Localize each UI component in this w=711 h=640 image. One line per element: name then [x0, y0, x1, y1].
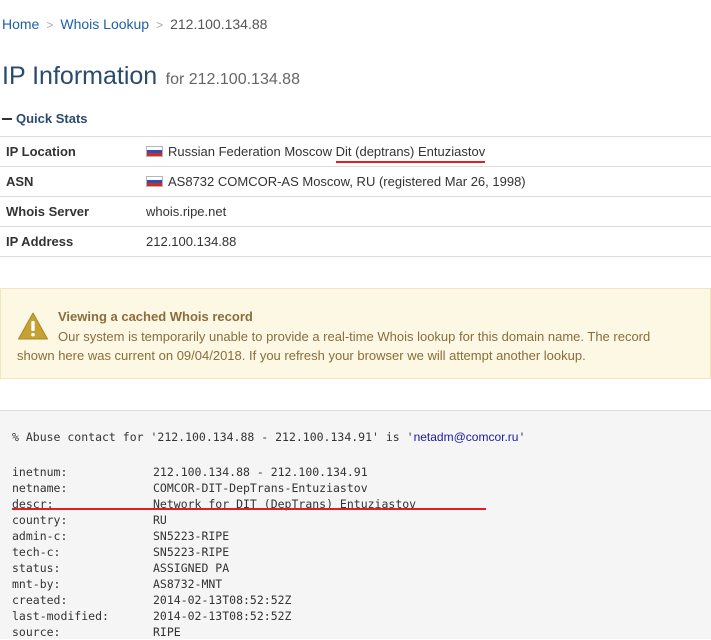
page-title: IP Information for 212.100.134.88	[2, 62, 300, 91]
breadcrumb: Home > Whois Lookup >212.100.134.88	[2, 16, 267, 32]
whois-key: inetnum:	[12, 465, 68, 479]
stats-value: AS8732 COMCOR-AS Moscow, RU (registered …	[146, 166, 711, 197]
quick-stats-label: Quick Stats	[16, 111, 88, 126]
abuse-suffix: '	[518, 430, 526, 444]
abuse-email-link[interactable]: netadm@comcor.ru	[414, 430, 519, 444]
cached-record-alert: Viewing a cached Whois record Our system…	[0, 288, 711, 379]
whois-field: country: RU	[12, 512, 167, 528]
red-underline-annotation	[12, 508, 486, 510]
whois-field: inetnum: 212.100.134.88 - 212.100.134.91	[12, 464, 368, 480]
whois-key: netname:	[12, 481, 68, 495]
stats-row-ip-location: IP Location Russian Federation Moscow Di…	[0, 136, 711, 167]
collapse-minus-icon	[2, 117, 12, 120]
abuse-prefix: % Abuse contact for '212.100.134.88 - 21…	[12, 430, 414, 444]
whois-key: source:	[12, 625, 61, 639]
alert-message-line1: Our system is temporarily unable to prov…	[58, 329, 651, 344]
whois-field: source: RIPE	[12, 624, 181, 640]
stats-label: IP Address	[0, 226, 146, 257]
whois-value: 2014-02-13T08:52:52Z	[153, 609, 292, 623]
whois-value: RU	[153, 513, 167, 527]
whois-field: status: ASSIGNED PA	[12, 560, 229, 576]
whois-key: admin-c:	[12, 529, 68, 543]
whois-key: created:	[12, 593, 68, 607]
alert-message: Our system is temporarily unable to prov…	[17, 327, 711, 365]
breadcrumb-home-link[interactable]: Home	[2, 16, 39, 32]
whois-value: 2014-02-13T08:52:52Z	[153, 593, 292, 607]
whois-value: ASSIGNED PA	[153, 561, 230, 575]
quick-stats-table: IP Location Russian Federation Moscow Di…	[0, 136, 711, 257]
stats-label: ASN	[0, 166, 146, 197]
whois-field: last-modified: 2014-02-13T08:52:52Z	[12, 608, 291, 624]
breadcrumb-separator-icon: >	[46, 18, 54, 32]
whois-value: 212.100.134.88 - 212.100.134.91	[153, 465, 368, 479]
location-text: Russian Federation Moscow	[168, 144, 336, 159]
stats-label: Whois Server	[0, 196, 146, 227]
whois-field: tech-c: SN5223-RIPE	[12, 544, 229, 560]
whois-field: netname: COMCOR-DIT-DepTrans-Entuziastov	[12, 480, 368, 496]
breadcrumb-separator-icon: >	[156, 18, 164, 32]
stats-row-asn: ASN AS8732 COMCOR-AS Moscow, RU (registe…	[0, 166, 711, 197]
russia-flag-icon	[146, 176, 163, 187]
whois-key: last-modified:	[12, 609, 109, 623]
location-highlight-text: Dit (deptrans) Entuziastov	[335, 144, 486, 159]
whois-key: mnt-by:	[12, 577, 61, 591]
breadcrumb-whois-link[interactable]: Whois Lookup	[60, 16, 149, 32]
whois-value: COMCOR-DIT-DepTrans-Entuziastov	[153, 481, 368, 495]
whois-value: AS8732-MNT	[153, 577, 223, 591]
location-highlight: Dit (deptrans) Entuziastov	[335, 144, 486, 163]
alert-message-line2: shown here was current on 09/04/2018. If…	[17, 348, 586, 363]
stats-row-ip-address: IP Address 212.100.134.88	[0, 226, 711, 257]
page-title-main: IP Information	[2, 62, 158, 90]
asn-text: AS8732 COMCOR-AS Moscow, RU (registered …	[168, 174, 526, 189]
red-underline-annotation	[335, 161, 486, 163]
whois-field: admin-c: SN5223-RIPE	[12, 528, 229, 544]
whois-key: tech-c:	[12, 545, 61, 559]
whois-key: status:	[12, 561, 61, 575]
whois-record: % Abuse contact for '212.100.134.88 - 21…	[0, 410, 711, 639]
breadcrumb-current: 212.100.134.88	[170, 16, 268, 32]
russia-flag-icon	[146, 146, 163, 157]
stats-value: whois.ripe.net	[146, 196, 711, 227]
quick-stats-toggle[interactable]: Quick Stats	[2, 111, 88, 126]
alert-title: Viewing a cached Whois record	[58, 309, 253, 324]
stats-value: Russian Federation Moscow Dit (deptrans)…	[146, 136, 711, 167]
whois-value: SN5223-RIPE	[153, 545, 230, 559]
whois-key: country:	[12, 513, 68, 527]
page-title-sub: for 212.100.134.88	[165, 71, 300, 88]
stats-row-whois-server: Whois Server whois.ripe.net	[0, 196, 711, 227]
whois-value: SN5223-RIPE	[153, 529, 230, 543]
stats-value: 212.100.134.88	[146, 226, 711, 257]
whois-field: created: 2014-02-13T08:52:52Z	[12, 592, 291, 608]
whois-field: mnt-by: AS8732-MNT	[12, 576, 222, 592]
whois-value: RIPE	[153, 625, 181, 639]
abuse-contact-line: % Abuse contact for '212.100.134.88 - 21…	[12, 429, 525, 445]
stats-label: IP Location	[0, 136, 146, 167]
